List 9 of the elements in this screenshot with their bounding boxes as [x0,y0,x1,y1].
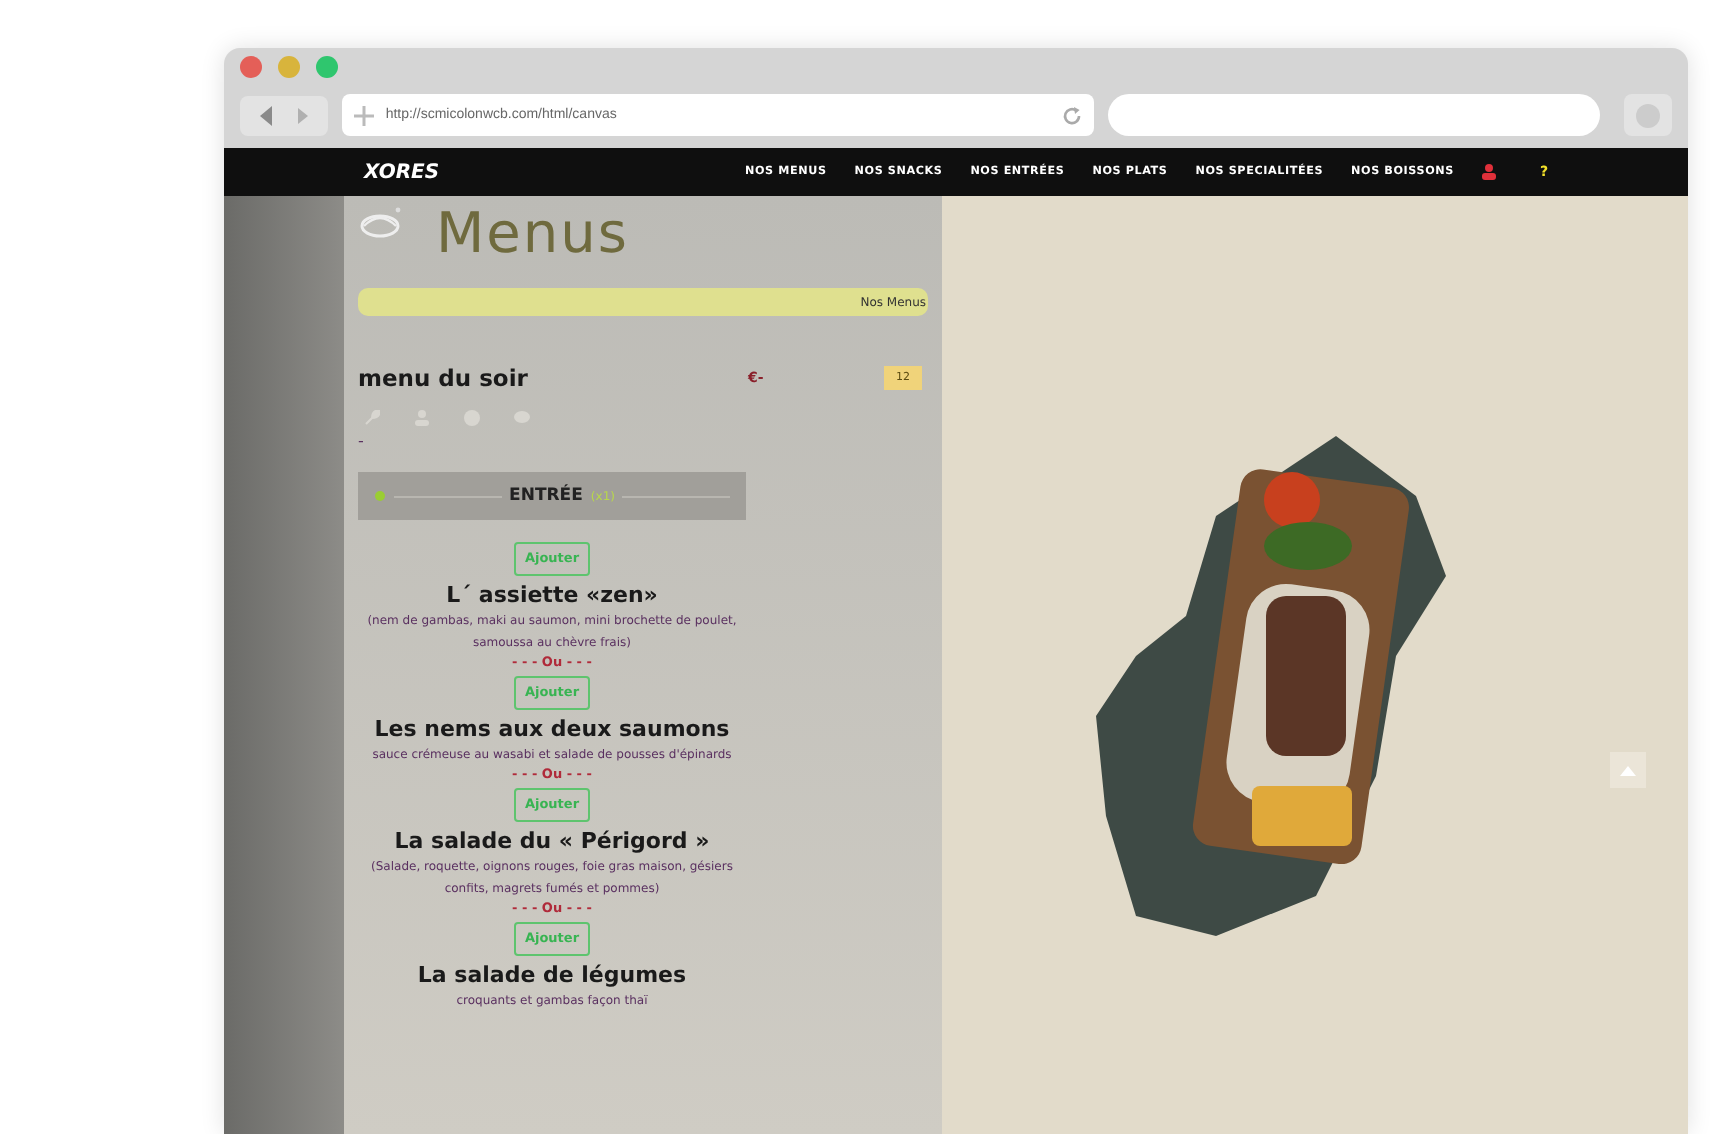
page-title: Menus [436,200,629,266]
dish-name: Les nems aux deux saumons [374,716,730,742]
dish-name: La salade du « Périgord » [394,828,710,854]
dish-name: La salade de légumes [417,962,687,988]
menu-name: menu du soir [358,364,530,392]
site-logo[interactable]: XORES [364,161,440,183]
section-title: ENTRÉE [509,486,583,506]
menu-note: - [358,432,366,450]
dish-name: L´ assiette «zen» [446,582,658,608]
